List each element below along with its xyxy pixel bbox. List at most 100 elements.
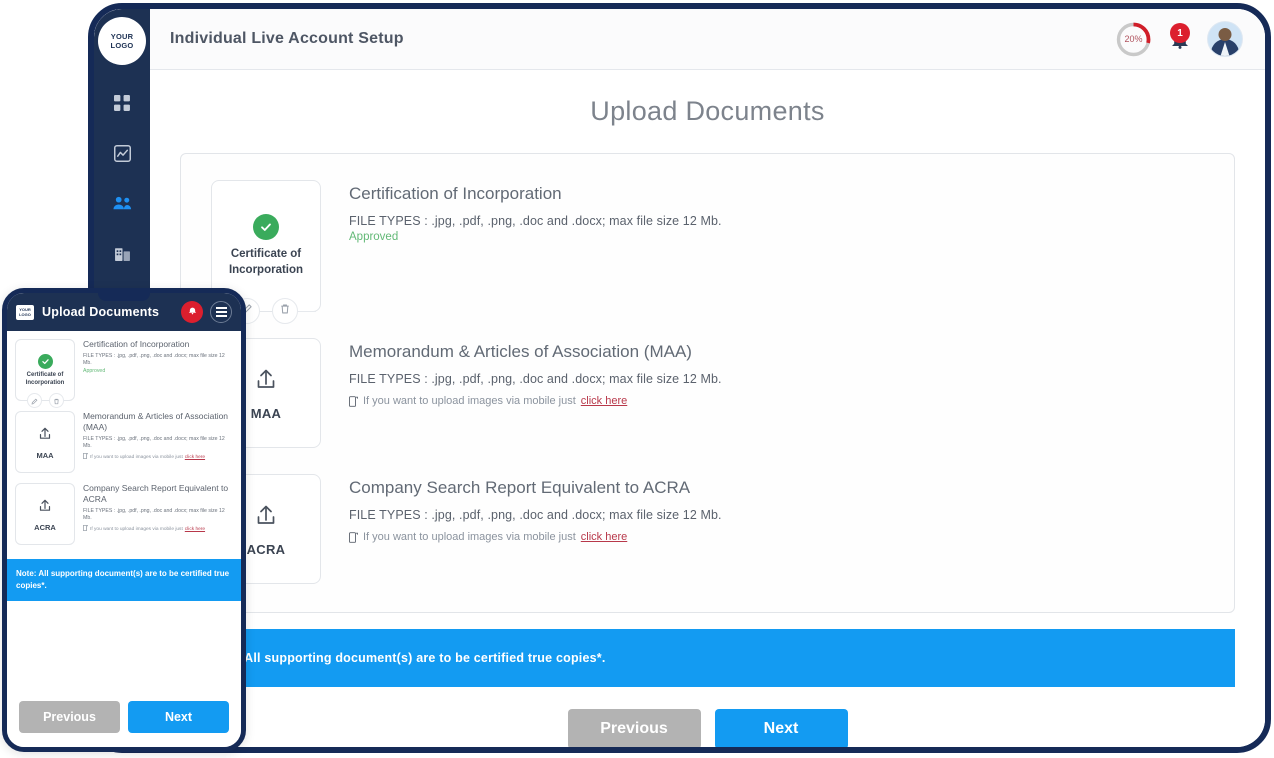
upload-icon — [36, 497, 54, 520]
sidebar-logo[interactable]: YOUR LOGO — [98, 17, 146, 65]
mobile-previous-button[interactable]: Previous — [19, 701, 120, 733]
mobile-document-file-types: FILE TYPES : .jpg, .pdf, .png, .doc and … — [83, 353, 225, 366]
document-thumb-label: ACRA — [246, 542, 286, 557]
click-here-link[interactable]: click here — [185, 527, 205, 532]
mobile-document-thumb-certificate[interactable]: Certificate of Incorporation — [15, 339, 75, 408]
page-header-title: Individual Live Account Setup — [170, 30, 404, 47]
mobile-document-row: ACRA Company Search Report Equivalent to… — [15, 483, 233, 545]
hamburger-line — [215, 311, 227, 313]
mobile-logo-line2: LOGO — [19, 312, 31, 317]
documents-card: Certificate of Incorporation Certificati… — [180, 153, 1235, 613]
check-icon — [253, 214, 279, 240]
document-file-types: FILE TYPES : .jpg, .pdf, .png, .doc and … — [349, 372, 722, 386]
mobile-header-controls — [181, 301, 232, 323]
mobile-document-row: Certificate of Incorporation Certificati… — [15, 339, 233, 408]
mobile-body: Certificate of Incorporation Certificati… — [7, 331, 241, 747]
delete-button[interactable] — [272, 298, 298, 324]
mobile-hint-text: If you want to upload images via mobile … — [90, 526, 183, 532]
sidebar-item-company[interactable] — [100, 231, 144, 275]
mobile-document-info: Certification of Incorporation FILE TYPE… — [83, 339, 233, 401]
mobile-document-hint: If you want to upload images via mobile … — [82, 524, 233, 533]
document-mobile-hint: If you want to upload images via mobile … — [349, 395, 1204, 407]
previous-button[interactable]: Previous — [567, 709, 701, 747]
document-row: Certificate of Incorporation Certificati… — [211, 180, 1204, 324]
next-button[interactable]: Next — [714, 709, 848, 747]
document-info: Certification of Incorporation FILE TYPE… — [349, 180, 1204, 312]
mobile-next-button[interactable]: Next — [128, 701, 229, 733]
topbar: Individual Live Account Setup 20% 1 — [150, 9, 1265, 70]
mobile-note-banner: Note: All supporting document(s) are to … — [7, 559, 241, 601]
edit-button[interactable] — [26, 392, 42, 410]
mobile-device-icon — [82, 524, 89, 533]
progress-percent-label: 20% — [1124, 34, 1143, 44]
mobile-logo[interactable]: YOUR LOGO — [16, 304, 34, 320]
mobile-hint-text: If you want to upload images via mobile … — [363, 395, 576, 407]
document-row: ACRA Company Search Report Equivalent to… — [211, 474, 1204, 584]
hamburger-line — [215, 307, 227, 309]
chart-icon — [113, 144, 131, 162]
note-banner: Note: All supporting document(s) are to … — [180, 629, 1235, 687]
desktop-window-inner: YOUR LOGO Individual Live Account Setup … — [94, 9, 1265, 747]
click-here-link[interactable]: click here — [185, 455, 205, 460]
trash-icon — [53, 392, 60, 410]
page-title: Upload Documents — [590, 96, 825, 126]
mobile-document-thumb-maa[interactable]: MAA — [15, 411, 75, 473]
people-icon — [112, 195, 132, 212]
main-area: Individual Live Account Setup 20% 1 Uplo… — [150, 9, 1265, 747]
click-here-link[interactable]: click here — [581, 395, 627, 407]
click-here-link[interactable]: click here — [581, 531, 627, 543]
upload-icon — [251, 365, 281, 400]
mobile-thumb-actions — [16, 393, 74, 408]
mobile-document-hint: If you want to upload images via mobile … — [82, 452, 233, 461]
mobile-document-name: Company Search Report Equivalent to ACRA — [83, 483, 229, 504]
bell-icon — [187, 303, 198, 321]
delete-button[interactable] — [48, 392, 64, 410]
upload-icon — [36, 425, 54, 448]
sidebar-item-dashboard[interactable] — [100, 81, 144, 125]
hamburger-line — [215, 315, 227, 317]
mobile-navigation-buttons: Previous Next — [15, 701, 233, 747]
screen: YOUR LOGO Individual Live Account Setup … — [0, 0, 1274, 758]
document-thumb-label: Certificate of Incorporation — [228, 248, 304, 276]
mobile-document-thumb-label: MAA — [36, 450, 54, 460]
mobile-hint-text: If you want to upload images via mobile … — [90, 454, 183, 460]
document-file-types: FILE TYPES : .jpg, .pdf, .png, .doc and … — [349, 508, 722, 522]
sidebar-logo-line1: YOUR — [110, 32, 134, 41]
sidebar-item-analytics[interactable] — [100, 131, 144, 175]
mobile-hamburger-menu[interactable] — [210, 301, 232, 323]
sidebar-logo-line2: LOGO — [110, 41, 134, 50]
check-icon — [37, 353, 53, 369]
document-row: MAA Memorandum & Articles of Association… — [211, 338, 1204, 448]
progress-ring: 20% — [1114, 20, 1153, 59]
avatar[interactable] — [1207, 21, 1243, 57]
document-file-types: FILE TYPES : .jpg, .pdf, .png, .doc and … — [349, 214, 722, 228]
pencil-icon — [31, 392, 38, 410]
mobile-document-row: MAA Memorandum & Articles of Association… — [15, 411, 233, 473]
mobile-document-status: Approved — [83, 368, 106, 374]
avatar-head — [1218, 28, 1232, 41]
mobile-document-file-types: FILE TYPES : .jpg, .pdf, .png, .doc and … — [83, 436, 225, 449]
mobile-notification-bell[interactable] — [181, 301, 203, 323]
notification-count-badge: 1 — [1170, 23, 1190, 43]
document-thumb-label: MAA — [250, 406, 282, 421]
mobile-title: Upload Documents — [42, 305, 160, 319]
document-info: Company Search Report Equivalent to ACRA… — [349, 474, 1204, 584]
mobile-document-thumb-label: Certificate of Incorporation — [25, 371, 65, 386]
mobile-device-icon — [349, 531, 358, 543]
mobile-document-name: Memorandum & Articles of Association (MA… — [83, 411, 229, 432]
document-mobile-hint: If you want to upload images via mobile … — [349, 531, 1204, 543]
notification-bell[interactable]: 1 — [1167, 23, 1193, 54]
sidebar-item-clients[interactable] — [100, 181, 144, 225]
document-name: Memorandum & Articles of Association (MA… — [349, 342, 692, 361]
building-icon — [114, 245, 131, 262]
topbar-right-controls: 20% 1 — [1114, 20, 1243, 59]
mobile-document-thumb-acra[interactable]: ACRA — [15, 483, 75, 545]
mobile-document-info: Company Search Report Equivalent to ACRA… — [82, 483, 233, 545]
mobile-preview-frame: YOUR LOGO Upload Documents Certificate o… — [2, 288, 246, 752]
trash-icon — [279, 302, 291, 320]
mobile-document-file-types: FILE TYPES : .jpg, .pdf, .png, .doc and … — [83, 508, 225, 521]
mobile-document-info: Memorandum & Articles of Association (MA… — [82, 411, 233, 473]
document-status-badge: Approved — [349, 231, 399, 243]
document-name: Certification of Incorporation — [349, 184, 562, 203]
navigation-buttons: Previous Next — [180, 709, 1235, 747]
